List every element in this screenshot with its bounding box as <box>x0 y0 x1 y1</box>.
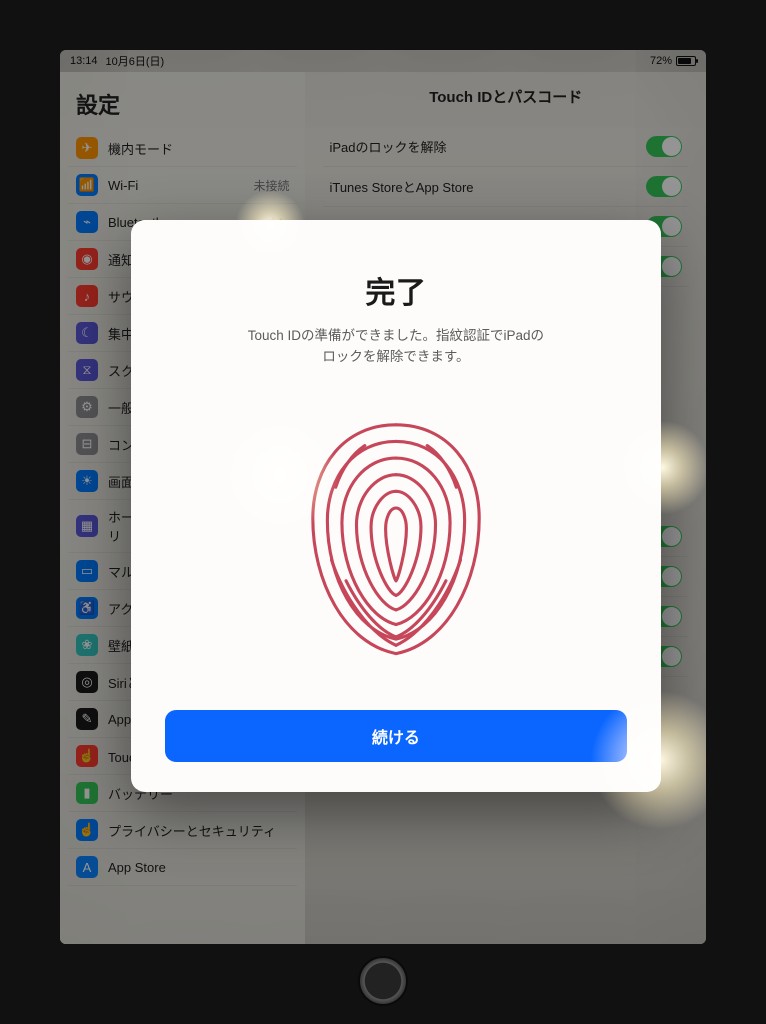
sidebar-item-icon: ▦ <box>76 515 98 537</box>
detail-row-label: iTunes StoreとApp Store <box>329 177 473 196</box>
device-frame: 13:14 10月6日(日) 72% 設定 ✈機内モード📶Wi-Fi未接続⌁Bl… <box>0 0 766 1024</box>
sidebar-item-icon: ⊟ <box>76 433 98 455</box>
battery-indicator: 72% <box>650 55 696 67</box>
sidebar-item-icon: ⌁ <box>76 211 98 233</box>
toggle-switch[interactable] <box>646 136 682 157</box>
sidebar-item-label: プライバシーとセキュリティ <box>108 821 276 840</box>
sidebar-item-icon: ❀ <box>76 634 98 656</box>
sidebar-item[interactable]: ✈ 機内モード <box>68 130 297 167</box>
battery-icon <box>676 56 696 66</box>
sidebar-item-label: App Store <box>108 860 166 875</box>
sidebar-item-label: Wi-Fi <box>108 178 138 193</box>
sidebar-item-icon: ◉ <box>76 248 98 270</box>
sidebar-item-icon: ⧖ <box>76 359 98 381</box>
sidebar-item-icon: ♪ <box>76 285 98 307</box>
sidebar-item-label: 機内モード <box>108 139 173 158</box>
detail-row-label: iPadのロックを解除 <box>329 137 446 156</box>
sidebar-item-icon: A <box>76 856 98 878</box>
sidebar-item-icon: ▮ <box>76 782 98 804</box>
sidebar-item-icon: 📶 <box>76 174 98 196</box>
continue-button[interactable]: 続ける <box>165 710 627 762</box>
sidebar-item-icon: ☝ <box>76 819 98 841</box>
screen: 13:14 10月6日(日) 72% 設定 ✈機内モード📶Wi-Fi未接続⌁Bl… <box>60 50 706 944</box>
sidebar-item-icon: ☾ <box>76 322 98 344</box>
sidebar-item-icon: ☝ <box>76 745 98 767</box>
modal-title: 完了 <box>165 268 627 312</box>
battery-percent: 72% <box>650 55 672 67</box>
sidebar-item-icon: ♿ <box>76 597 98 619</box>
sidebar-item-icon: ◎ <box>76 671 98 693</box>
home-button[interactable] <box>358 956 408 1006</box>
touchid-complete-modal: 完了 Touch IDの準備ができました。指紋認証でiPadのロックを解除できま… <box>131 220 661 792</box>
sidebar-item-icon: ✈ <box>76 137 98 159</box>
fingerprint-graphic-container <box>165 378 627 690</box>
sidebar-item-icon: ▭ <box>76 560 98 582</box>
sidebar-item[interactable]: ☝ プライバシーとセキュリティ <box>68 812 297 849</box>
fingerprint-icon <box>291 404 501 664</box>
settings-title: 設定 <box>68 84 297 130</box>
sidebar-item[interactable]: 📶 Wi-Fi 未接続 <box>68 167 297 204</box>
status-time: 13:14 <box>70 55 98 67</box>
sidebar-item-icon: ⚙ <box>76 396 98 418</box>
sidebar-item[interactable]: A App Store <box>68 849 297 886</box>
status-bar: 13:14 10月6日(日) 72% <box>60 50 706 72</box>
modal-subtitle: Touch IDの準備ができました。指紋認証でiPadのロックを解除できます。 <box>246 326 546 368</box>
detail-row[interactable]: iTunes StoreとApp Store <box>323 167 688 207</box>
detail-title: Touch IDとパスコード <box>323 86 688 107</box>
sidebar-item-icon: ✎ <box>76 708 98 730</box>
status-date: 10月6日(日) <box>106 53 165 69</box>
sidebar-item-icon: ☀ <box>76 470 98 492</box>
sidebar-item-value: 未接続 <box>253 177 289 194</box>
detail-row[interactable]: iPadのロックを解除 <box>323 127 688 167</box>
toggle-switch[interactable] <box>646 176 682 197</box>
